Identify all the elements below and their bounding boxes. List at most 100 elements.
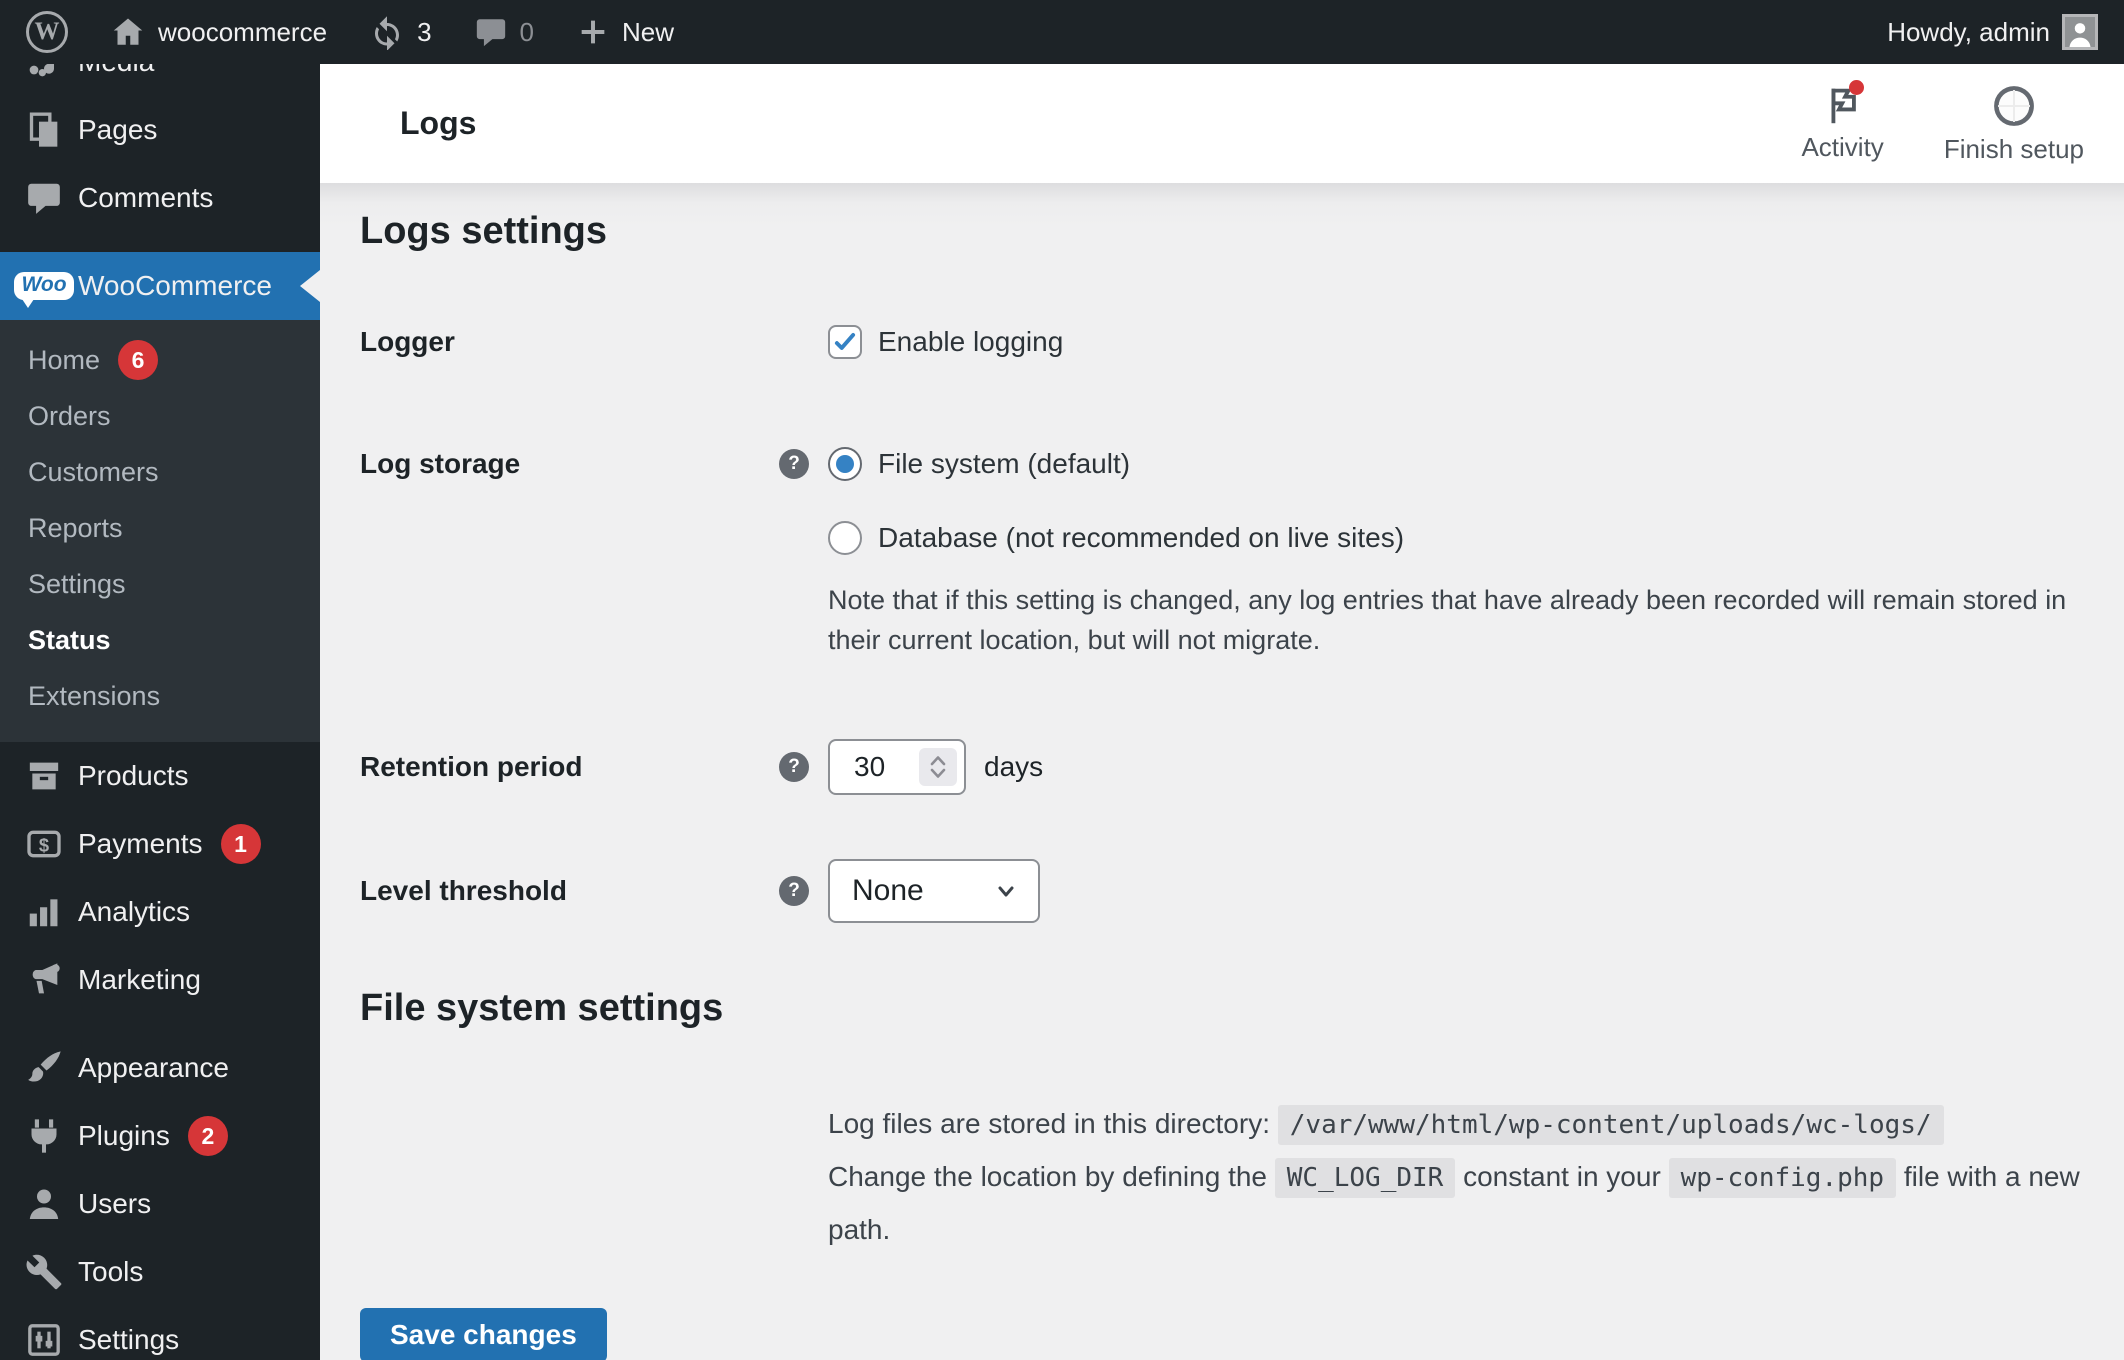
sidebar-item-plugins[interactable]: Plugins 2 (0, 1102, 320, 1170)
wp-config-code: wp-config.php (1668, 1158, 1897, 1198)
payments-icon: $ (22, 822, 66, 866)
svg-text:$: $ (39, 834, 49, 855)
sidebar-item-products[interactable]: Products (0, 742, 320, 810)
submenu-item-reports[interactable]: Reports (0, 500, 320, 556)
wc-log-dir-code: WC_LOG_DIR (1274, 1158, 1456, 1198)
sidebar-item-label: Comments (78, 182, 214, 213)
woocommerce-icon: Woo (14, 264, 74, 308)
sidebar-item-label: WooCommerce (78, 270, 272, 301)
sidebar-item-tools[interactable]: Tools (0, 1238, 320, 1306)
products-icon (22, 754, 66, 798)
storage-file-system-radio[interactable] (828, 447, 862, 481)
users-icon (22, 1182, 66, 1226)
sidebar-item-label: Products (78, 760, 189, 791)
pages-icon (22, 108, 66, 152)
activity-button[interactable]: Activity (1801, 80, 1884, 163)
submenu-item-status[interactable]: Status (0, 612, 320, 668)
submenu-item-extensions[interactable]: Extensions (0, 668, 320, 724)
file-system-description: Log files are stored in this directory: … (828, 1098, 2084, 1256)
submenu-item-customers[interactable]: Customers (0, 444, 320, 500)
site-home-link[interactable]: woocommerce (110, 14, 327, 50)
sidebar-item-users[interactable]: Users (0, 1170, 320, 1238)
retention-period-row: Retention period ? days (360, 739, 2084, 795)
logger-label: Logger (360, 326, 455, 357)
comments-indicator[interactable]: 0 (474, 15, 534, 49)
plugins-icon (22, 1114, 66, 1158)
new-label: New (622, 16, 675, 47)
storage-file-system-label: File system (default) (878, 448, 1131, 479)
settings-icon (22, 1318, 66, 1360)
level-threshold-help-icon[interactable]: ? (779, 876, 809, 906)
activity-flag-icon (1820, 80, 1866, 128)
updates-indicator[interactable]: 3 (369, 14, 432, 50)
sidebar-item-label: Marketing (78, 964, 201, 995)
sidebar-item-analytics[interactable]: Analytics (0, 878, 320, 946)
account-menu[interactable]: Howdy, admin (1887, 14, 2098, 50)
main-area: Logs Activity Finish setup Logs settings… (320, 64, 2124, 1360)
comments-icon (22, 176, 66, 220)
submenu-item-home[interactable]: Home 6 (0, 332, 320, 388)
howdy-text: Howdy, admin (1887, 16, 2050, 47)
save-changes-button[interactable]: Save changes (360, 1308, 607, 1360)
wordpress-logo[interactable]: W (26, 11, 68, 53)
log-storage-row: Log storage ? File system (default) Data… (360, 444, 2084, 660)
storage-note: Note that if this setting is changed, an… (828, 585, 2067, 655)
page-header: Logs Activity Finish setup (320, 64, 2124, 183)
logs-settings-heading: Logs settings (360, 210, 608, 252)
page-title: Logs (400, 105, 477, 141)
level-threshold-value: None (852, 874, 924, 907)
retention-help-icon[interactable]: ? (779, 752, 809, 782)
sidebar-item-appearance[interactable]: Appearance (0, 1034, 320, 1102)
level-threshold-select[interactable]: None (828, 859, 1040, 923)
sidebar-item-label: Pages (78, 114, 158, 145)
plugins-badge: 2 (187, 1116, 228, 1156)
active-item-arrow (300, 270, 320, 302)
sidebar-item-label: Users (78, 1188, 152, 1219)
submenu-item-orders[interactable]: Orders (0, 388, 320, 444)
wordpress-logo-icon: W (26, 11, 68, 53)
tools-icon (22, 1250, 66, 1294)
log-storage-help-icon[interactable]: ? (779, 449, 809, 479)
file-system-settings-heading: File system settings (360, 987, 724, 1029)
sidebar-item-settings[interactable]: Settings (0, 1306, 320, 1360)
sidebar-item-comments[interactable]: Comments (0, 164, 320, 232)
setup-progress-icon (1990, 82, 2038, 130)
finish-setup-label: Finish setup (1943, 134, 2084, 164)
comment-bubble-icon (474, 15, 508, 49)
enable-logging-label: Enable logging (878, 326, 1064, 357)
directory-path-code: /var/www/html/wp-content/uploads/wc-logs… (1277, 1105, 1944, 1145)
sidebar-item-woocommerce[interactable]: Woo WooCommerce (0, 252, 320, 320)
storage-database-radio[interactable] (828, 521, 862, 555)
sidebar-item-pages[interactable]: Pages (0, 96, 320, 164)
log-storage-label: Log storage (360, 448, 521, 479)
new-content-button[interactable]: New (576, 15, 674, 49)
avatar (2062, 14, 2098, 50)
sidebar-item-label: Analytics (78, 896, 191, 927)
sidebar-item-payments[interactable]: $ Payments 1 (0, 810, 320, 878)
settings-content: Logs settings Logger Enable logging Log … (320, 183, 2124, 1360)
payments-badge: 1 (220, 824, 261, 864)
marketing-icon (22, 958, 66, 1002)
sidebar-item-marketing[interactable]: Marketing (0, 946, 320, 1014)
finish-setup-button[interactable]: Finish setup (1944, 82, 2084, 165)
enable-logging-checkbox[interactable] (828, 325, 862, 359)
appearance-icon (22, 1046, 66, 1090)
number-stepper[interactable] (919, 748, 957, 786)
storage-database-label: Database (not recommended on live sites) (878, 522, 1405, 553)
analytics-icon (22, 890, 66, 934)
home-badge: 6 (118, 340, 159, 380)
change-location-text-1: Change the location by defining the (828, 1161, 1267, 1192)
woocommerce-submenu: Home 6 Orders Customers Reports Settings… (0, 320, 320, 742)
directory-intro-text: Log files are stored in this directory: (828, 1108, 1270, 1139)
plus-icon (576, 15, 610, 49)
updates-count: 3 (417, 16, 432, 47)
home-icon (110, 14, 146, 50)
retention-period-label: Retention period (360, 751, 583, 782)
activity-unread-dot (1848, 80, 1864, 95)
sidebar-item-label: Tools (78, 1256, 144, 1287)
level-threshold-label: Level threshold (360, 875, 567, 906)
logger-row: Logger Enable logging (360, 322, 2084, 362)
admin-sidebar: Media Pages Comments Woo WooCommerce Hom… (0, 0, 320, 1360)
updates-icon (369, 14, 405, 50)
submenu-item-settings[interactable]: Settings (0, 556, 320, 612)
